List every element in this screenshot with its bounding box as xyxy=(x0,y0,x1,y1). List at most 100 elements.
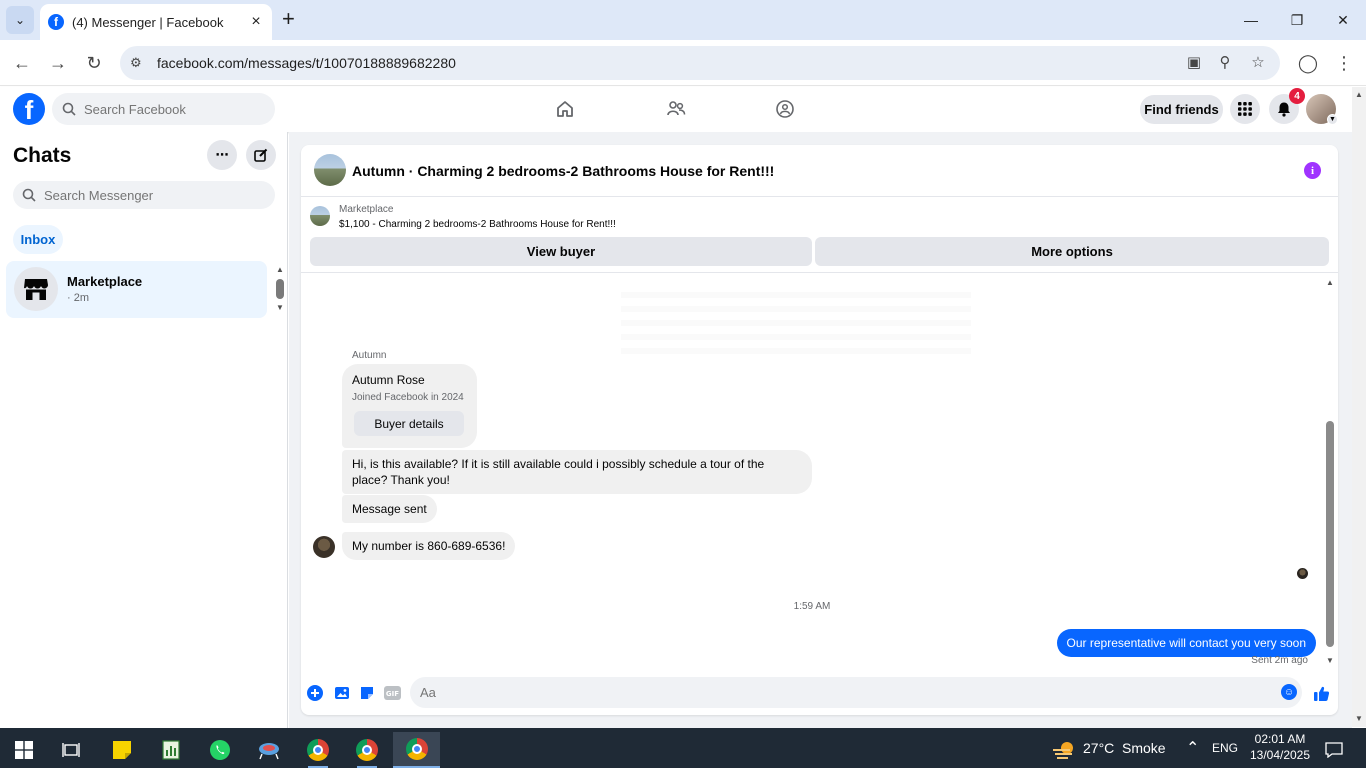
tab-search-icon[interactable]: ⌄ xyxy=(6,6,34,34)
notifications-bell-icon[interactable]: 4 xyxy=(1269,88,1305,124)
groups-icon[interactable] xyxy=(773,97,797,121)
listing-thumbnail[interactable] xyxy=(310,206,330,226)
blurred-intro-text xyxy=(621,284,971,354)
url-text[interactable]: facebook.com/messages/t/1007018888968228… xyxy=(157,55,456,71)
search-icon xyxy=(22,188,36,202)
conversation-title[interactable]: Autumn · Charming 2 bedrooms-2 Bathrooms… xyxy=(352,163,774,179)
info-icon[interactable]: i xyxy=(1304,162,1321,179)
search-icon xyxy=(62,102,76,116)
incoming-message: Hi, is this available? If it is still av… xyxy=(342,450,812,494)
notification-badge: 4 xyxy=(1289,88,1305,104)
back-icon[interactable]: ← xyxy=(8,49,36,77)
sidebar-scrollbar[interactable]: ▲ ▼ xyxy=(275,265,285,313)
gif-icon[interactable]: GIF xyxy=(383,684,401,702)
view-buyer-button[interactable]: View buyer xyxy=(310,237,812,266)
chrome-profile-icon[interactable] xyxy=(347,732,387,768)
scroll-down-arrow-icon[interactable]: ▼ xyxy=(276,303,284,312)
facebook-search[interactable] xyxy=(52,93,275,125)
incoming-message: Message sent xyxy=(342,495,437,523)
more-options-icon[interactable]: ⋯ xyxy=(207,140,237,170)
restore-icon[interactable]: ❐ xyxy=(1285,8,1309,32)
chrome-active-window-icon[interactable] xyxy=(393,732,440,768)
close-window-icon[interactable]: ✕ xyxy=(1331,8,1355,32)
menu-grid-icon[interactable] xyxy=(1230,94,1260,124)
thread-scrollbar[interactable]: ▲ ▼ xyxy=(1325,278,1335,668)
more-options-button[interactable]: More options xyxy=(815,237,1329,266)
site-info-icon[interactable]: ⚙ xyxy=(130,55,142,71)
browser-menu-icon[interactable]: ⋮ xyxy=(1330,49,1358,77)
profile-icon[interactable]: ◯ xyxy=(1294,49,1322,77)
outgoing-message: Our representative will contact you very… xyxy=(1056,629,1316,657)
listing-avatar[interactable] xyxy=(314,154,346,186)
sender-label: Autumn xyxy=(352,350,387,361)
tab-inbox[interactable]: Inbox xyxy=(13,225,63,254)
sticky-notes-icon[interactable] xyxy=(102,732,142,768)
minimize-icon[interactable]: — xyxy=(1239,8,1263,32)
chat-name: Marketplace xyxy=(67,274,143,289)
tab-title: (4) Messenger | Facebook xyxy=(72,14,224,30)
network-app-icon[interactable] xyxy=(249,732,289,768)
notification-center-icon[interactable] xyxy=(1316,732,1352,768)
marketplace-store-icon xyxy=(14,267,58,311)
address-bar[interactable]: ⚙ facebook.com/messages/t/10070188889682… xyxy=(120,46,1280,80)
browser-toolbar: ← → ↻ ⚙ facebook.com/messages/t/10070188… xyxy=(0,40,1366,86)
messenger-search[interactable] xyxy=(13,181,275,209)
thread-scroll-thumb[interactable] xyxy=(1326,421,1334,647)
install-app-icon[interactable]: ▣ xyxy=(1184,53,1204,71)
seen-indicator-avatar xyxy=(1297,568,1308,579)
facebook-favicon-icon: f xyxy=(48,14,64,30)
incoming-message: My number is 860-689-6536! xyxy=(342,532,516,560)
scroll-up-arrow-icon[interactable]: ▲ xyxy=(1326,278,1334,287)
home-icon[interactable] xyxy=(553,97,577,121)
chrome-icon[interactable] xyxy=(298,732,338,768)
plus-icon[interactable] xyxy=(306,684,324,702)
sidebar-scroll-thumb[interactable] xyxy=(276,279,284,299)
clock-date[interactable]: 13/04/2025 xyxy=(1245,747,1315,763)
spreadsheet-app-icon[interactable] xyxy=(151,732,191,768)
bookmark-star-icon[interactable]: ☆ xyxy=(1248,53,1268,71)
thumbs-up-like-icon[interactable] xyxy=(1312,684,1330,702)
sender-avatar[interactable] xyxy=(313,536,335,558)
weather-icon[interactable] xyxy=(1050,732,1078,768)
new-message-icon[interactable] xyxy=(246,140,276,170)
browser-tab[interactable]: f (4) Messenger | Facebook × xyxy=(40,4,272,40)
find-friends-button[interactable]: Find friends xyxy=(1140,95,1223,124)
scroll-up-arrow-icon[interactable]: ▲ xyxy=(276,265,284,274)
buyer-details-button[interactable]: Buyer details xyxy=(354,411,464,436)
weather-description[interactable]: Smoke xyxy=(1122,740,1166,756)
sticker-icon[interactable] xyxy=(358,684,376,702)
forward-icon[interactable]: → xyxy=(44,49,72,77)
task-view-icon[interactable] xyxy=(51,732,91,768)
buyer-joined-date: Joined Facebook in 2024 xyxy=(352,392,464,403)
show-hidden-icons-chevron-up-icon[interactable]: ⌃ xyxy=(1186,738,1199,758)
listing-price-title[interactable]: $1,100 - Charming 2 bedrooms-2 Bathrooms… xyxy=(339,219,616,230)
message-input[interactable] xyxy=(410,677,1302,708)
scroll-up-arrow-icon[interactable]: ▲ xyxy=(1355,90,1363,99)
facebook-search-input[interactable] xyxy=(84,101,254,117)
messenger-search-input[interactable] xyxy=(44,187,214,203)
chats-sidebar: Chats ⋯ Inbox Marketplace · 2m ▲ ▼ xyxy=(0,132,288,728)
chat-time: · 2m xyxy=(67,292,89,304)
weather-temperature[interactable]: 27°C xyxy=(1083,740,1114,756)
buyer-name: Autumn Rose xyxy=(352,373,425,387)
account-chevron-down-icon[interactable]: ▼ xyxy=(1327,114,1338,125)
reload-icon[interactable]: ↻ xyxy=(80,49,108,77)
message-thread: Autumn Autumn Rose Joined Facebook in 20… xyxy=(301,274,1338,669)
page-scrollbar[interactable]: ▲ ▼ xyxy=(1352,87,1366,727)
facebook-logo-icon[interactable]: f xyxy=(13,93,45,125)
listing-source-label: Marketplace xyxy=(339,204,394,215)
windows-start-icon[interactable] xyxy=(4,732,44,768)
language-indicator[interactable]: ENG xyxy=(1212,741,1238,755)
new-tab-icon[interactable]: + xyxy=(282,8,295,30)
chat-list-item[interactable]: Marketplace · 2m xyxy=(6,261,267,318)
close-tab-icon[interactable]: × xyxy=(248,13,264,31)
photo-icon[interactable] xyxy=(333,684,351,702)
scroll-down-arrow-icon[interactable]: ▼ xyxy=(1326,656,1334,665)
clock-time[interactable]: 02:01 AM xyxy=(1245,731,1315,747)
zoom-icon[interactable]: ⚲ xyxy=(1215,53,1235,71)
friends-icon[interactable] xyxy=(664,97,688,121)
scroll-down-arrow-icon[interactable]: ▼ xyxy=(1355,714,1363,723)
emoji-icon[interactable]: ☺ xyxy=(1281,684,1297,700)
listing-banner: Marketplace $1,100 - Charming 2 bedrooms… xyxy=(301,198,1338,273)
whatsapp-icon[interactable] xyxy=(200,732,240,768)
